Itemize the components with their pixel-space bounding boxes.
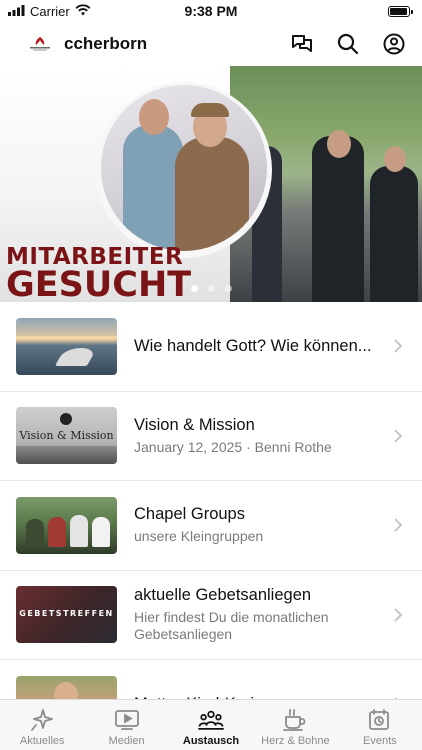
page-dot[interactable] <box>190 285 198 292</box>
tab-aktuelles[interactable]: Aktuelles <box>0 700 84 750</box>
header-actions <box>290 32 406 56</box>
tab-bar: Aktuelles Medien Austausch Herz & Bohne … <box>0 699 422 750</box>
list-item-title: Wie handelt Gott? Wie können... <box>134 336 372 355</box>
thumbnail-image: GEBETSTREFFEN <box>16 586 117 644</box>
tab-label: Events <box>363 735 397 747</box>
chevron-right-icon <box>394 608 403 622</box>
thumbnail-image <box>16 496 117 554</box>
play-screen-icon <box>114 708 140 732</box>
thumbnail-label: GEBETSTREFFEN <box>19 609 114 619</box>
tab-medien[interactable]: Medien <box>84 700 168 750</box>
hero-headline-2: GESUCHT <box>6 265 192 302</box>
app-header: ccherborn <box>0 22 422 66</box>
thumbnail-label: Vision & Mission <box>19 429 114 443</box>
page-dot[interactable] <box>207 285 215 292</box>
list-item[interactable]: Vision & Mission Vision & Mission Januar… <box>0 392 422 481</box>
tab-label: Herz & Bohne <box>261 735 330 747</box>
tab-austausch[interactable]: Austausch <box>169 700 253 750</box>
list-item-text: Wie handelt Gott? Wie können... <box>134 337 382 356</box>
status-bar: Carrier 9:38 PM <box>0 0 422 22</box>
app-title: ccherborn <box>64 34 148 53</box>
list-item[interactable]: Wie handelt Gott? Wie können... <box>0 302 422 392</box>
thumbnail-image: Vision & Mission <box>16 407 117 465</box>
chevron-right-icon <box>394 339 403 353</box>
hero-person-head <box>384 146 406 172</box>
signal-icon <box>8 4 25 19</box>
tab-label: Austausch <box>182 735 240 747</box>
list-item-title: Chapel Groups <box>134 505 245 524</box>
list-item-subtitle: January 12, 2025 · Benni Rothe <box>134 438 332 455</box>
list-item-text: Chapel Groups unsere Kleingruppen <box>134 505 382 545</box>
hero-person <box>312 136 364 302</box>
list-item-subtitle: unsere Kleingruppen <box>134 528 264 545</box>
hero-person-head <box>327 130 351 158</box>
list-item-title: Vision & Mission <box>134 415 255 434</box>
list-item-subtitle: Hier findest Du die monatlichen Gebetsan… <box>134 609 329 643</box>
page-dot[interactable] <box>224 285 232 292</box>
hero-person <box>370 166 418 302</box>
coffee-cup-icon <box>282 708 308 732</box>
tab-label: Aktuelles <box>19 735 65 747</box>
content-list: Wie handelt Gott? Wie können... Vision &… <box>0 302 422 750</box>
list-item-text: aktuelle Gebetsanliegen Hier findest Du … <box>134 586 382 643</box>
sparkle-icon <box>29 708 55 732</box>
group-icon <box>198 708 224 732</box>
tab-label: Medien <box>108 735 145 747</box>
list-item-title: aktuelle Gebetsanliegen <box>134 586 312 605</box>
profile-icon[interactable] <box>382 32 406 56</box>
calendar-clock-icon <box>367 708 393 732</box>
list-item[interactable]: Chapel Groups unsere Kleingruppen <box>0 481 422 571</box>
chevron-right-icon <box>394 518 403 532</box>
logo[interactable] <box>24 30 56 58</box>
hero-circle-photo <box>101 85 267 251</box>
chevron-right-icon <box>394 429 403 443</box>
thumbnail-image <box>16 317 117 375</box>
carrier-label: Carrier <box>30 3 70 19</box>
tab-herz-und-bohne[interactable]: Herz & Bohne <box>253 700 337 750</box>
search-icon[interactable] <box>336 32 360 56</box>
list-item-text: Vision & Mission January 12, 2025 · Benn… <box>134 416 382 456</box>
status-left: Carrier <box>8 4 91 19</box>
tab-events[interactable]: Events <box>338 700 422 750</box>
page-indicator[interactable] <box>0 285 422 292</box>
list-item[interactable]: GEBETSTREFFEN aktuelle Gebetsanliegen Hi… <box>0 571 422 660</box>
chat-bubbles-icon[interactable] <box>290 32 314 56</box>
battery-icon <box>388 5 413 17</box>
wifi-icon <box>75 3 91 19</box>
hero-banner[interactable]: MITARBEITER GESUCHT <box>0 66 422 302</box>
